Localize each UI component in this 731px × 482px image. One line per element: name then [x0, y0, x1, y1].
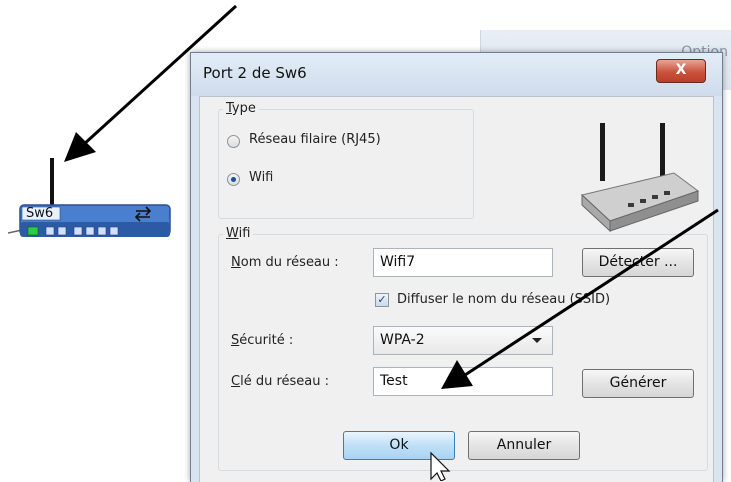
arrow-to-network-key [441, 208, 719, 389]
arrow-to-switch [64, 4, 238, 162]
mouse-cursor-icon [430, 451, 451, 481]
annotation-overlay [64, 4, 719, 481]
